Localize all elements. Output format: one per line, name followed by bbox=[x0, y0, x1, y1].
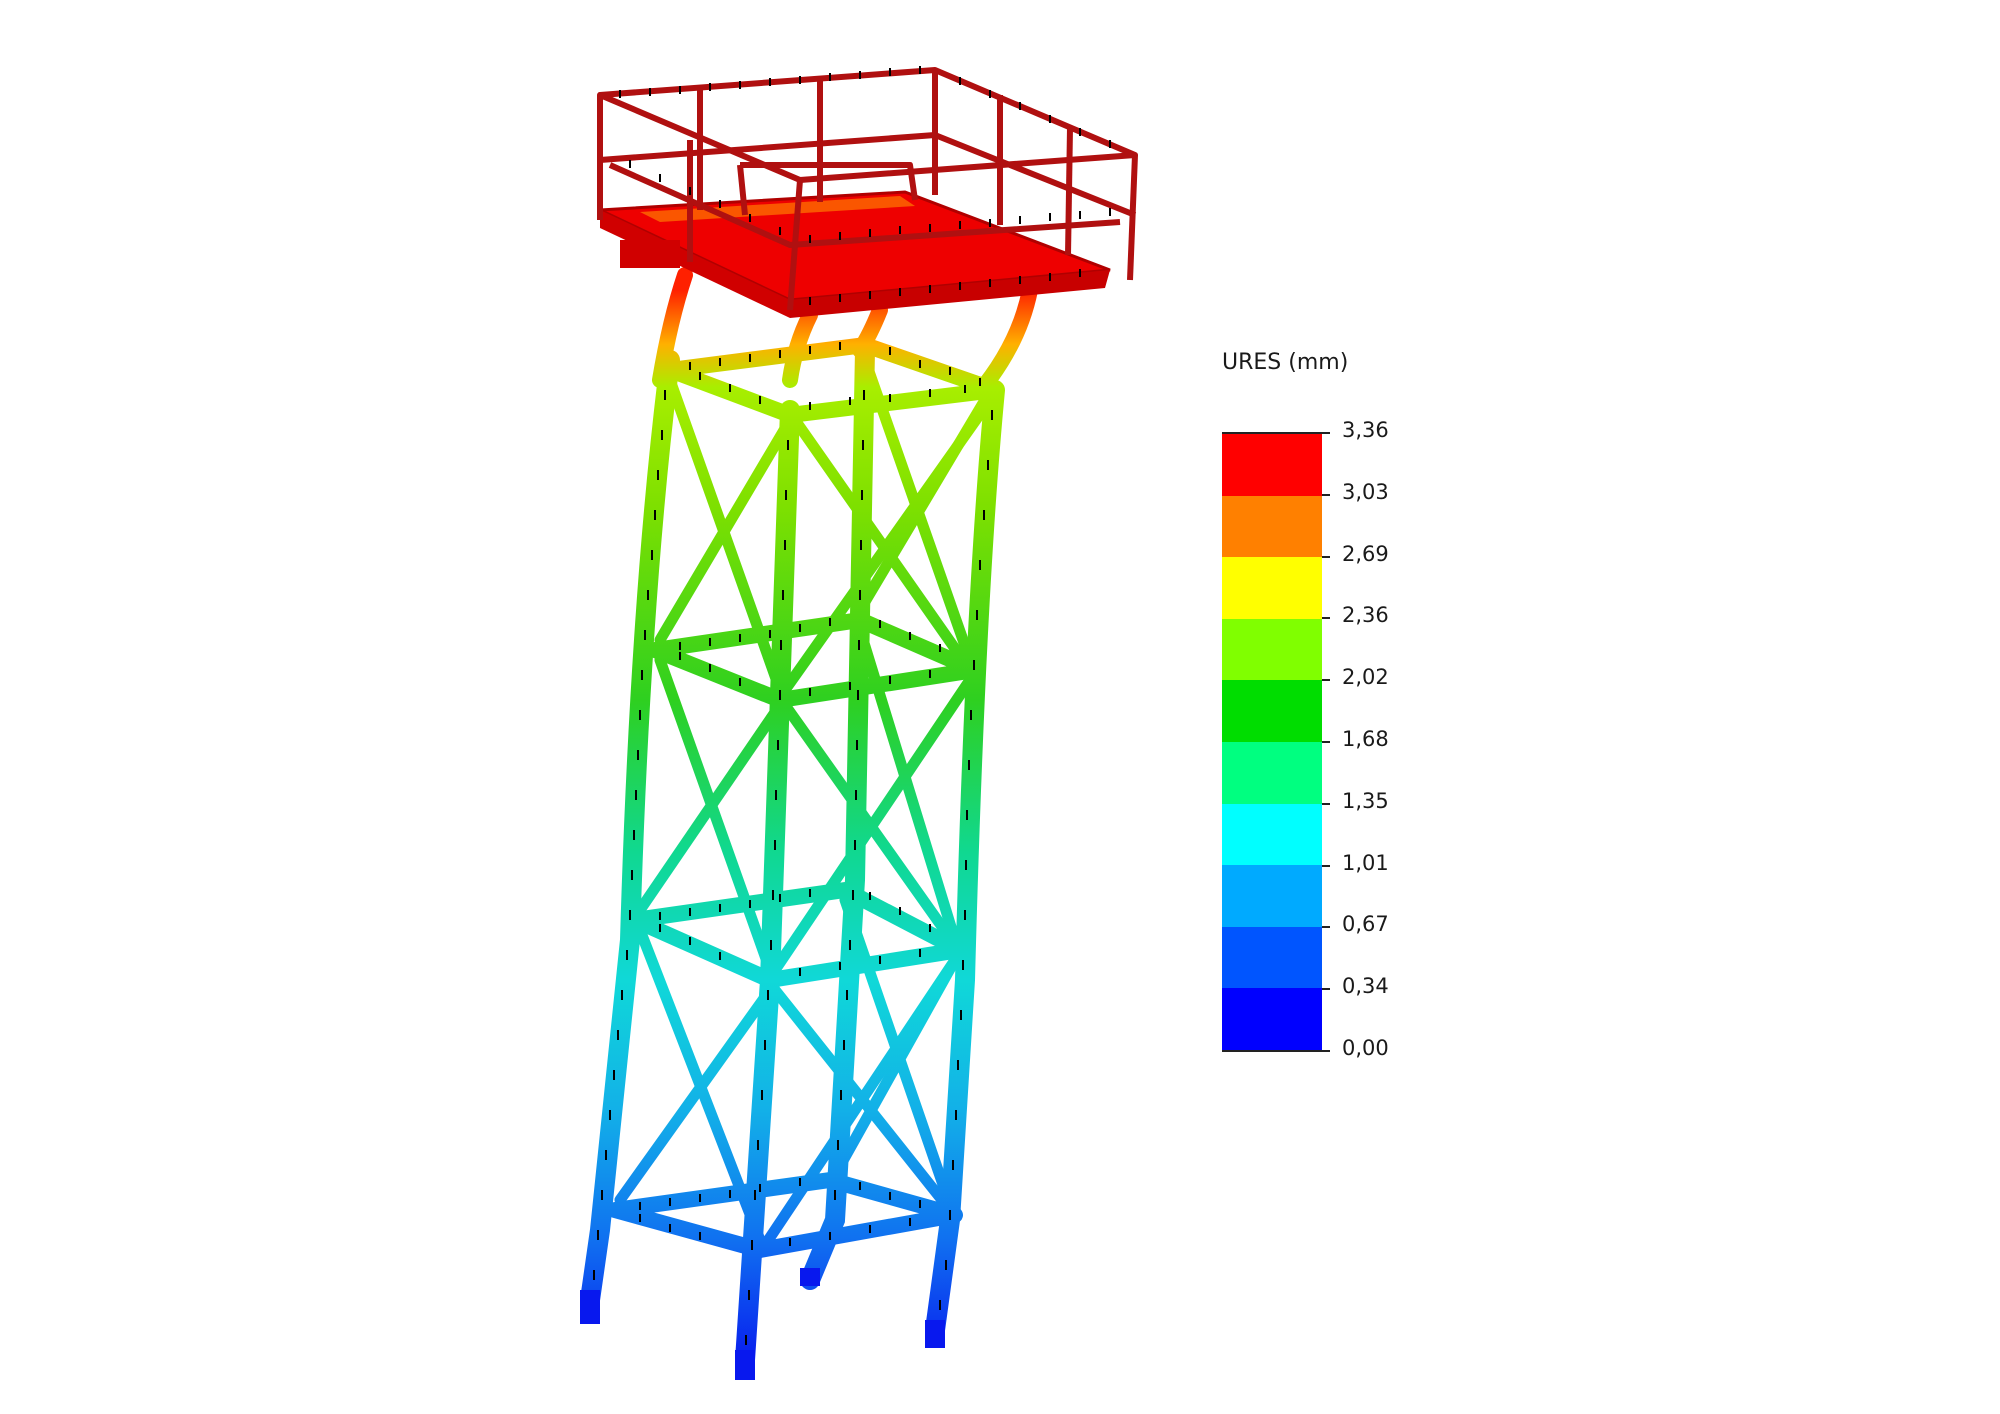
legend-label: 3,36 bbox=[1342, 418, 1389, 442]
graphics-viewport[interactable]: URES (mm) 3,36 3,03 2,69 2,36 2,02 1,68 1,35 1,… bbox=[0, 0, 2000, 1414]
legend-label: 2,02 bbox=[1342, 665, 1389, 690]
legend-title: URES (mm) bbox=[1222, 350, 1349, 375]
legend-label: 2,69 bbox=[1342, 541, 1389, 566]
legend-label: 1,35 bbox=[1342, 788, 1389, 813]
legend-band bbox=[1222, 865, 1322, 927]
legend-label: 1,01 bbox=[1342, 850, 1389, 875]
legend-label: 3,03 bbox=[1342, 479, 1389, 504]
legend-tick bbox=[1322, 1050, 1330, 1052]
legend-band bbox=[1222, 803, 1322, 866]
legend-color-bar bbox=[1222, 432, 1322, 1052]
legend-label: 2,36 bbox=[1342, 603, 1389, 628]
legend-label: 1,68 bbox=[1342, 727, 1389, 751]
legend-tick bbox=[1322, 493, 1330, 496]
legend-band bbox=[1222, 618, 1322, 681]
legend-tick bbox=[1322, 802, 1330, 805]
legend-band bbox=[1222, 495, 1322, 558]
legend-band bbox=[1222, 434, 1322, 496]
legend-tick bbox=[1322, 679, 1330, 682]
legend-band bbox=[1222, 926, 1322, 989]
legend-label: 0,00 bbox=[1342, 1036, 1389, 1060]
tower-feet bbox=[580, 1268, 945, 1380]
legend-band bbox=[1222, 988, 1322, 1050]
legend-band bbox=[1222, 680, 1322, 742]
tower-model[interactable] bbox=[0, 0, 2000, 1414]
legend-tick bbox=[1322, 988, 1330, 991]
legend-band bbox=[1222, 557, 1322, 619]
legend-tick bbox=[1322, 926, 1330, 929]
result-legend: URES (mm) 3,36 3,03 2,69 2,36 2,02 1,68 1,35 1,… bbox=[1200, 340, 1460, 1060]
legend-tick bbox=[1322, 432, 1330, 434]
legend-tick bbox=[1322, 555, 1330, 558]
legend-tick bbox=[1322, 864, 1330, 867]
legend-label: 0,67 bbox=[1342, 912, 1389, 937]
legend-label: 0,34 bbox=[1342, 974, 1389, 999]
legend-tick bbox=[1322, 617, 1330, 620]
legend-band bbox=[1222, 741, 1322, 804]
legend-tick bbox=[1322, 741, 1330, 743]
cross-bracing bbox=[614, 354, 996, 1251]
